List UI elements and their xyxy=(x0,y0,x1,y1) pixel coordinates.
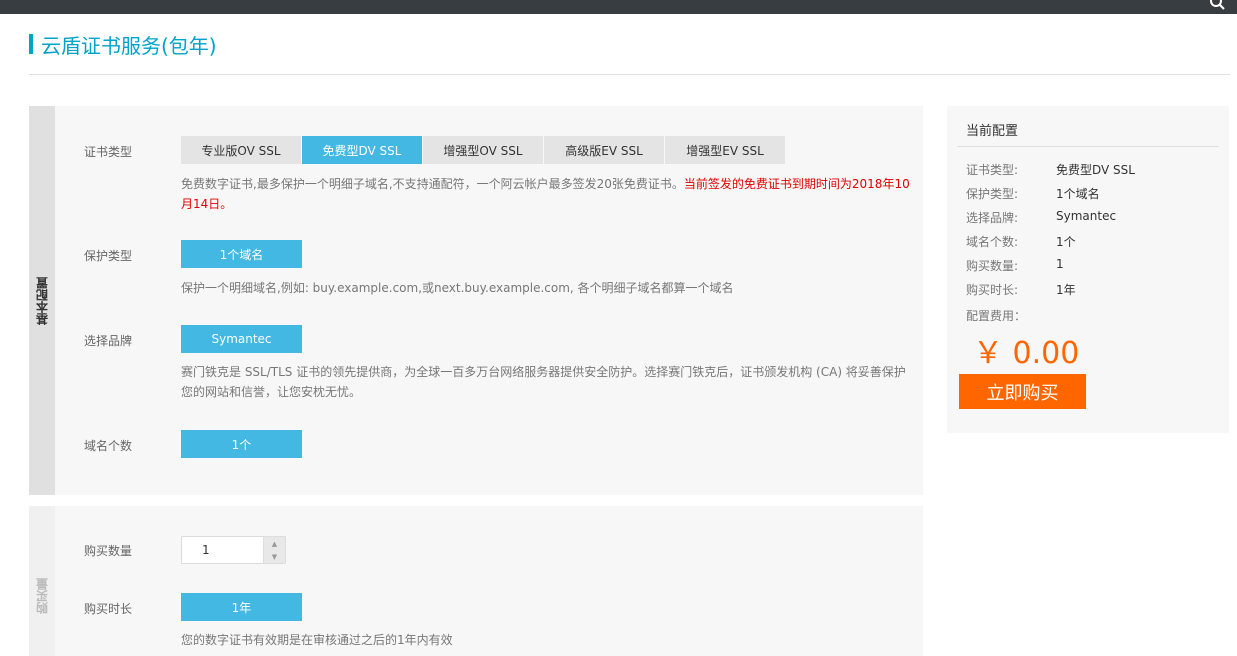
brand-description: 赛门铁克是 SSL/TLS 证书的领先提供商，为全球一百多万台网络服务器提供安全… xyxy=(181,365,906,399)
cert-type-options: 专业版OV SSL 免费型DV SSL 增强型OV SSL 高级版EV SSL … xyxy=(181,136,786,164)
section-label-basic: 基本配置 xyxy=(35,277,50,325)
protect-type-description: 保护一个明细域名,例如: buy.example.com,或next.buy.e… xyxy=(181,281,734,295)
domain-count-label: 域名个数 xyxy=(84,439,133,453)
title-divider xyxy=(29,74,1230,75)
summary-divider xyxy=(957,146,1219,147)
page-title-area: 云盾证书服务(包年) xyxy=(29,33,217,58)
duration-label: 购买时长 xyxy=(84,602,133,616)
stepper-arrows: ▲ ▼ xyxy=(264,536,286,564)
summary-row-label: 保护类型: xyxy=(966,187,1019,201)
summary-row-value: Symantec xyxy=(1056,209,1117,223)
purchase-section: 购买量 购买数量 ▲ ▼ 购买时长 1年 您的数字证书有效期是在审核通过之后的1… xyxy=(29,506,923,656)
summary-row-value: 1年 xyxy=(1056,283,1076,297)
quantity-input[interactable] xyxy=(181,536,264,564)
cert-type-option[interactable]: 增强型EV SSL xyxy=(665,136,786,164)
title-accent-bar xyxy=(29,34,33,54)
section-side-tab: 购买量 xyxy=(29,506,55,656)
top-nav-bar xyxy=(0,0,1237,14)
summary-row-label: 域名个数: xyxy=(966,235,1019,249)
quantity-label: 购买数量 xyxy=(84,544,133,558)
price-value: ￥ 0.00 xyxy=(973,336,1080,371)
cert-type-option[interactable]: 专业版OV SSL xyxy=(181,136,302,164)
fee-label: 配置费用： xyxy=(966,309,1027,323)
brand-label: 选择品牌 xyxy=(84,334,133,348)
summary-title: 当前配置 xyxy=(966,124,1019,139)
current-config-panel: 当前配置 证书类型: 免费型DV SSL 保护类型: 1个域名 选择品牌: Sy… xyxy=(947,106,1229,433)
section-label-purchase: 购买量 xyxy=(35,578,50,614)
quantity-stepper: ▲ ▼ xyxy=(181,536,286,564)
section-side-tab: 基本配置 xyxy=(29,106,55,495)
cert-type-description: 免费数字证书,最多保护一个明细子域名,不支持通配符，一个阿云帐户最多签发20张免… xyxy=(181,174,911,214)
increment-icon[interactable]: ▲ xyxy=(264,537,285,550)
cert-type-label: 证书类型 xyxy=(84,145,133,159)
summary-row-label: 购买时长: xyxy=(966,283,1019,297)
page-title: 云盾证书服务(包年) xyxy=(41,33,217,58)
summary-row-label: 证书类型: xyxy=(966,163,1019,177)
summary-row-label: 购买数量: xyxy=(966,259,1019,273)
cert-type-desc-text: 免费数字证书,最多保护一个明细子域名,不支持通配符，一个阿云帐户最多签发20张免… xyxy=(181,177,684,191)
summary-row-value: 1个 xyxy=(1056,235,1076,249)
protect-type-option[interactable]: 1个域名 xyxy=(181,240,302,268)
buy-now-button[interactable]: 立即购买 xyxy=(959,374,1086,409)
duration-option[interactable]: 1年 xyxy=(181,593,302,621)
summary-row-value: 免费型DV SSL xyxy=(1056,163,1135,177)
summary-row-value: 1个域名 xyxy=(1056,187,1100,201)
duration-description: 您的数字证书有效期是在审核通过之后的1年内有效 xyxy=(181,633,453,647)
cert-type-option[interactable]: 高级版EV SSL xyxy=(544,136,665,164)
search-icon[interactable] xyxy=(1209,0,1225,10)
cert-type-option[interactable]: 增强型OV SSL xyxy=(423,136,544,164)
summary-row-label: 选择品牌: xyxy=(966,211,1019,225)
basic-config-section: 基本配置 证书类型 专业版OV SSL 免费型DV SSL 增强型OV SSL … xyxy=(29,106,923,495)
protect-type-label: 保护类型 xyxy=(84,249,133,263)
decrement-icon[interactable]: ▼ xyxy=(264,550,285,563)
cert-type-option-selected[interactable]: 免费型DV SSL xyxy=(302,136,423,164)
summary-row-value: 1 xyxy=(1056,257,1064,271)
domain-count-option[interactable]: 1个 xyxy=(181,430,302,458)
brand-option[interactable]: Symantec xyxy=(181,325,302,353)
